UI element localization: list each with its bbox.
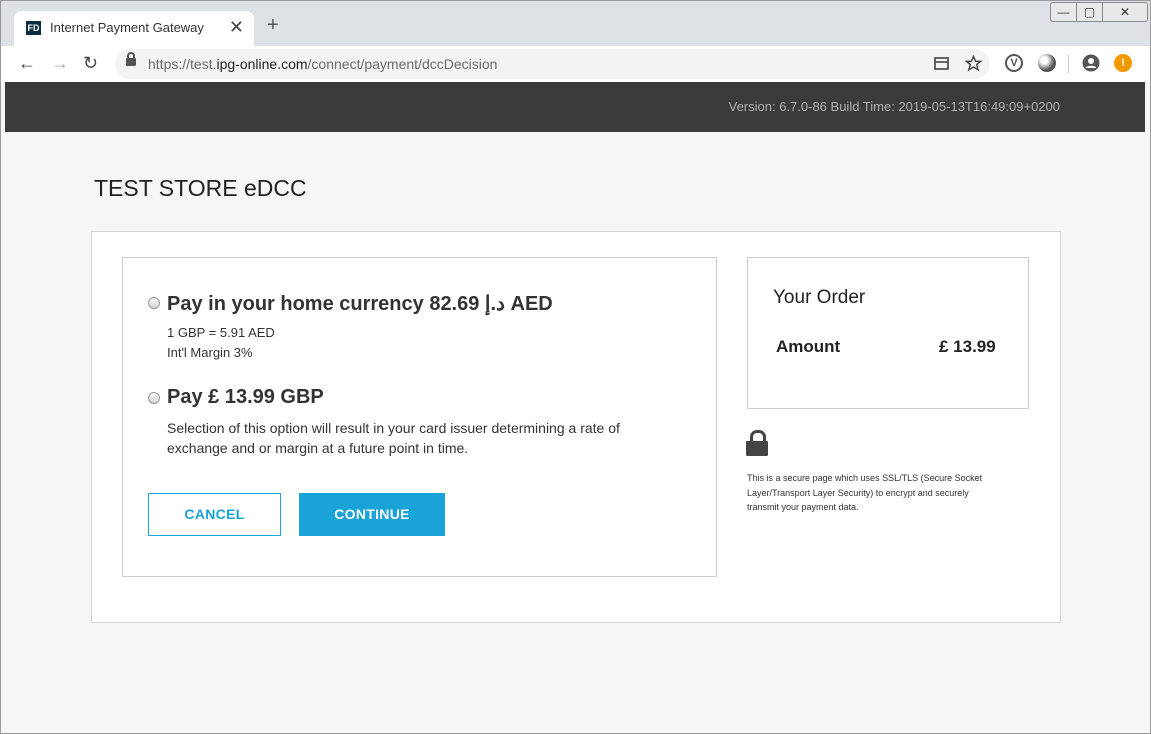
intl-margin: Int'l Margin 3% [167, 345, 253, 360]
title-bar: FD Internet Payment Gateway ✕ + — ▢ ✕ [1, 1, 1150, 46]
cancel-button[interactable]: CANCEL [148, 493, 281, 536]
secure-page-notice: This is a secure page which uses SSL/TLS… [747, 473, 983, 512]
exchange-rate: 1 GBP = 5.91 AED [167, 325, 275, 340]
reload-icon[interactable]: ↻ [83, 52, 98, 74]
home-currency-radio[interactable] [148, 297, 160, 309]
vivaldi-extension-icon[interactable]: V [1005, 54, 1023, 72]
incognito-extension-icon[interactable] [1038, 54, 1056, 72]
forward-icon[interactable]: → [51, 52, 69, 74]
close-window-button[interactable]: ✕ [1102, 2, 1148, 22]
browser-window: FD Internet Payment Gateway ✕ + — ▢ ✕ ← … [0, 0, 1151, 734]
store-title: TEST STORE eDCC [94, 175, 307, 201]
amount-value: £ 13.99 [939, 337, 996, 356]
back-icon[interactable]: ← [18, 52, 36, 74]
card-currency-description: Selection of this option will result in … [167, 420, 620, 456]
url-path: /connect/payment/dccDecision [307, 56, 498, 72]
minimize-icon: — [1057, 5, 1070, 19]
card-currency-radio[interactable] [148, 392, 160, 404]
lock-icon[interactable] [126, 52, 136, 66]
close-icon: ✕ [1119, 5, 1131, 19]
star-icon[interactable] [965, 55, 982, 72]
maximize-button[interactable]: ▢ [1076, 2, 1103, 22]
amount-label: Amount [776, 337, 841, 356]
padlock-icon [746, 430, 768, 457]
continue-button[interactable]: CONTINUE [299, 493, 445, 536]
card-currency-option-title[interactable]: Pay £ 13.99 GBP [167, 386, 324, 409]
order-title: Your Order [773, 287, 866, 308]
url-host: ipg-online.com [216, 56, 308, 72]
order-summary-panel [747, 257, 1029, 409]
tab-title: Internet Payment Gateway [50, 20, 204, 35]
app-header: Version: 6.7.0-86 Build Time: 2019-05-13… [5, 82, 1145, 132]
fd-favicon-icon: FD [26, 21, 41, 35]
page-info-icon[interactable] [934, 57, 949, 70]
minimize-button[interactable]: — [1050, 2, 1077, 22]
profile-icon[interactable] [1082, 54, 1100, 72]
browser-tab[interactable]: FD Internet Payment Gateway ✕ [14, 11, 254, 46]
url-prefix: https://test. [148, 56, 217, 72]
warning-icon[interactable]: ! [1114, 54, 1132, 72]
maximize-icon: ▢ [1083, 5, 1096, 19]
version-info: Version: 6.7.0-86 Build Time: 2019-05-13… [728, 99, 1060, 114]
toolbar-divider [1068, 55, 1069, 73]
tab-close-icon[interactable]: ✕ [229, 17, 244, 37]
browser-toolbar: ← → ↻ https://test.ipg-online.com/connec… [1, 46, 1150, 82]
home-currency-option-title[interactable]: Pay in your home currency 82.69 د.إ AED [167, 291, 553, 316]
address-bar[interactable]: https://test.ipg-online.com/connect/paym… [115, 49, 990, 79]
new-tab-icon[interactable]: + [267, 15, 279, 35]
url-text[interactable]: https://test.ipg-online.com/connect/paym… [148, 56, 497, 72]
